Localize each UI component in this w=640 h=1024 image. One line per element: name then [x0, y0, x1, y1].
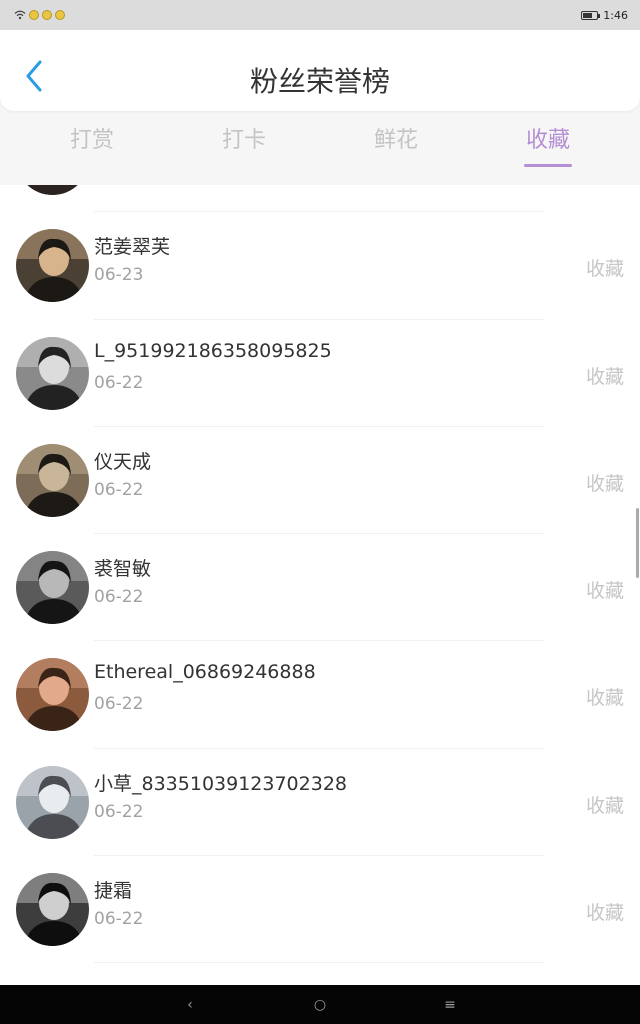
fan-date: 06-22: [94, 479, 144, 500]
avatar[interactable]: [16, 658, 89, 732]
page-title: 粉丝荣誉榜: [249, 65, 390, 98]
battery-level: [583, 12, 592, 18]
favorite-action[interactable]: 收藏: [586, 683, 624, 710]
fan-date: 06-22: [94, 909, 144, 930]
avatar-image: [16, 336, 89, 410]
fan-name: L_951992186358095825: [94, 339, 332, 362]
avatar[interactable]: [16, 336, 89, 410]
list-item[interactable]: 小草_83351039123702328 06-22 收藏: [0, 749, 640, 857]
fan-name: Ethereal_06869246888: [94, 661, 316, 684]
status-bar: 1:46: [0, 0, 640, 30]
nav-home-button[interactable]: ○: [295, 985, 345, 1024]
avatar-image: [16, 229, 89, 303]
favorite-action[interactable]: 收藏: [586, 898, 624, 925]
fan-date: 06-22: [94, 372, 144, 393]
header: 粉丝荣誉榜: [0, 30, 640, 111]
scrollbar[interactable]: [636, 508, 639, 578]
tab-checkin[interactable]: 打卡: [184, 122, 304, 154]
nav-back-button[interactable]: ‹: [165, 985, 215, 1024]
fan-name: 范姜翠芙: [94, 236, 171, 259]
list-item[interactable]: 范姜翠芙 06-23 收藏: [0, 212, 640, 320]
tab-flowers[interactable]: 鲜花: [336, 122, 456, 154]
avatar[interactable]: [16, 185, 89, 195]
notification-icon: [55, 10, 65, 20]
fan-name: 小草_83351039123702328: [94, 772, 348, 795]
active-tab-indicator: [524, 164, 572, 167]
avatar[interactable]: [16, 229, 89, 303]
fan-name: 仪天成: [94, 450, 152, 473]
list-item[interactable]: 仪天成 06-22 收藏: [0, 427, 640, 535]
tab-favorites[interactable]: 收藏: [488, 122, 608, 154]
fan-name: 捷霜: [94, 880, 133, 903]
system-nav-bar: ‹ ○ ≡: [0, 985, 640, 1024]
avatar[interactable]: [16, 551, 89, 625]
favorite-action[interactable]: 收藏: [586, 791, 624, 818]
notification-icon: [42, 10, 52, 20]
fan-date: 06-23: [94, 265, 144, 286]
list-item[interactable]: 李琪琪love706-24收藏: [0, 185, 640, 213]
avatar-image: [16, 551, 89, 625]
list-item[interactable]: Ethereal_06869246888 06-22 收藏: [0, 641, 640, 750]
tab-reward[interactable]: 打赏: [32, 122, 152, 154]
fan-name: 裘智敏: [94, 558, 152, 581]
avatar[interactable]: [16, 443, 89, 517]
battery-icon: [581, 10, 601, 20]
avatar[interactable]: [16, 873, 89, 947]
avatar-image: [16, 873, 89, 947]
favorite-action[interactable]: 收藏: [586, 576, 624, 603]
nav-recents-button[interactable]: ≡: [425, 985, 475, 1024]
fan-date: 06-22: [94, 801, 144, 822]
status-time: 1:46: [603, 8, 628, 22]
tab-bar: 打赏 打卡 鲜花 收藏: [0, 114, 640, 170]
fan-date: 06-22: [94, 587, 144, 608]
avatar-image: [16, 185, 89, 195]
list-item[interactable]: 捷霜 06-22 收藏: [0, 856, 640, 964]
favorite-action[interactable]: 收藏: [586, 469, 624, 496]
avatar[interactable]: [16, 765, 89, 839]
notification-icon: [29, 10, 39, 20]
favorite-action[interactable]: 收藏: [586, 254, 624, 281]
fan-list[interactable]: 李琪琪love706-24收藏范姜翠芙06-23收藏L_951992186358…: [0, 185, 640, 985]
wifi-icon: [14, 10, 26, 20]
avatar-image: [16, 765, 89, 839]
favorite-action[interactable]: 收藏: [586, 362, 624, 389]
fan-date: 06-22: [94, 694, 144, 715]
status-icons: [14, 10, 65, 20]
list-item[interactable]: 裘智敏 06-22 收藏: [0, 534, 640, 642]
avatar-image: [16, 443, 89, 517]
list-item[interactable]: L_951992186358095825 06-22 收藏: [0, 320, 640, 428]
avatar-image: [16, 658, 89, 732]
